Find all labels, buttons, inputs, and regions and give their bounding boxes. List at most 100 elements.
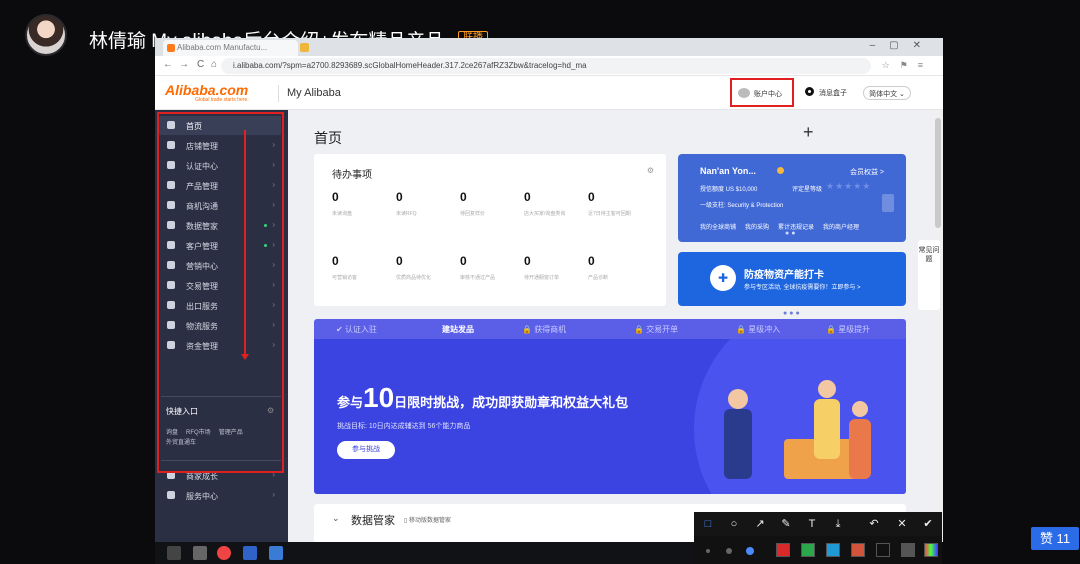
mobile-data-link[interactable]: ▯ 移动版数据管家: [404, 515, 451, 524]
todo-label: 优质商品待优化: [396, 275, 432, 281]
todo-item[interactable]: 0 审核不通过产品: [460, 254, 530, 281]
todo-item[interactable]: 0 可营销访客: [332, 254, 402, 281]
carousel-dots[interactable]: ●●: [785, 230, 797, 237]
color-picker-icon[interactable]: [924, 543, 938, 557]
member-rights-link[interactable]: 会员权益 >: [850, 167, 884, 177]
faq-side-tab[interactable]: 常见问题: [918, 240, 940, 310]
banner-title-post: 日限时挑战，成功即获勋章和权益大礼包: [394, 395, 629, 410]
message-box-label: 消息盒子: [819, 90, 847, 97]
todo-item[interactable]: 0 近7日待主客可回期: [588, 190, 658, 217]
reload-icon[interactable]: C: [197, 59, 204, 70]
word-icon[interactable]: [243, 546, 257, 560]
color-swatch-red[interactable]: [776, 543, 790, 557]
sidebar-item-service[interactable]: 服务中心 ›: [159, 486, 281, 505]
home-icon[interactable]: ⌂: [211, 59, 217, 70]
logo-text: Alibaba.com: [165, 82, 249, 98]
color-swatch-green[interactable]: [801, 543, 815, 557]
settings-gear-icon[interactable]: ⚙: [647, 166, 654, 175]
add-widget-button[interactable]: +: [803, 122, 814, 143]
join-challenge-button[interactable]: 参与挑战: [337, 441, 395, 459]
todo-item[interactable]: 0 未读询盘: [332, 190, 402, 217]
browser-window: Alibaba.com Manufactu... –▢✕ ← → C ⌂ i.a…: [155, 38, 943, 542]
address-bar: ← → C ⌂ i.alibaba.com/?spm=a2700.8293689…: [155, 56, 943, 76]
step-star-upgrade[interactable]: 🔒 星级提升: [826, 324, 870, 335]
color-swatch-gray[interactable]: [901, 543, 915, 557]
site-name[interactable]: My Alibaba: [287, 87, 341, 99]
member-link-purchases[interactable]: 我的采购: [745, 225, 769, 231]
step-build-store[interactable]: 建站发品: [442, 324, 474, 335]
header-divider: [278, 85, 279, 102]
chevron-down-icon[interactable]: ⌄: [332, 513, 340, 524]
streamer-avatar[interactable]: [25, 14, 67, 56]
todo-item[interactable]: 0 优质商品待优化: [396, 254, 466, 281]
service-icon: [167, 491, 175, 499]
step-label: 星级提升: [838, 325, 871, 334]
arrow-tool-icon[interactable]: ↗: [752, 516, 768, 532]
step-label: 建站发品: [442, 325, 474, 334]
pen-tool-icon[interactable]: ✎: [778, 516, 794, 532]
todo-item[interactable]: 0 产品诊断: [588, 254, 658, 281]
member-company-name[interactable]: Nan'an Yon...: [700, 166, 756, 176]
account-center-label: 账户中心: [754, 91, 782, 98]
growth-steps-bar: ✔ 认证入驻 建站发品 🔒 获得商机 🔒 交易开单 🔒 星级冲入 🔒 星级提升: [314, 319, 906, 339]
member-link-store[interactable]: 我的全球商铺: [700, 225, 736, 231]
browser-tab-2[interactable]: [298, 41, 312, 53]
scrollbar-thumb[interactable]: [935, 118, 941, 228]
confirm-check-icon[interactable]: ✔: [920, 516, 936, 532]
account-center-button[interactable]: 账户中心: [730, 78, 794, 107]
security-protection: 一级支柱: Security & Protection: [700, 203, 784, 209]
brush-size-large[interactable]: [746, 547, 754, 555]
windows-start-icon[interactable]: [167, 546, 181, 560]
step-certification[interactable]: ✔ 认证入驻: [336, 324, 377, 335]
color-swatch-black[interactable]: [876, 543, 890, 557]
logo-tagline: Global trade starts here.: [195, 97, 249, 103]
bookmark-star-icon[interactable]: ☆⚑≡: [882, 60, 933, 71]
step-label: 获得商机: [534, 325, 567, 334]
undo-icon[interactable]: ↶: [866, 516, 882, 532]
browser-tab[interactable]: Alibaba.com Manufactu...: [163, 40, 298, 56]
step-get-leads[interactable]: 🔒 获得商机: [522, 324, 566, 335]
step-star-entry[interactable]: 🔒 星级冲入: [736, 324, 780, 335]
site-header: Alibaba.com Global trade starts here. My…: [155, 76, 943, 110]
color-swatch-orange[interactable]: [851, 543, 865, 557]
close-icon[interactable]: ✕: [894, 516, 910, 532]
language-label: 简体中文: [869, 91, 898, 98]
todo-item[interactable]: 0 待开通橱窗订单: [524, 254, 594, 281]
todo-item[interactable]: 0 待回复样价: [460, 190, 530, 217]
gold-supplier-icon: [777, 167, 784, 174]
member-link-manager[interactable]: 我的商户经理: [823, 225, 859, 231]
carousel-dots[interactable]: ●●●: [783, 310, 802, 317]
todo-item[interactable]: 0 未读RFQ: [396, 190, 466, 217]
step-orders[interactable]: 🔒 交易开单: [634, 324, 678, 335]
sidebar: 首页 店铺管理 › 认证中心 › 产品管理 › 商机沟通 › 数据管家 › 客户…: [155, 110, 288, 542]
todo-item[interactable]: 0 店大买家/询盘类询: [524, 190, 594, 217]
forward-icon[interactable]: →: [179, 59, 189, 70]
todo-count: 0: [396, 190, 403, 204]
rectangle-tool-icon[interactable]: □: [700, 516, 716, 532]
epidemic-promo-banner[interactable]: ✚ 防疫物资产能打卡 参与专区活动, 全球抗疫需要你！立即参与 >: [678, 252, 906, 306]
lock-icon: 🔒: [736, 325, 749, 334]
text-tool-icon[interactable]: T: [804, 516, 820, 532]
url-input[interactable]: i.alibaba.com/?spm=a2700.8293689.scGloba…: [221, 58, 871, 74]
folder-favicon-icon: [300, 43, 309, 52]
brush-size-small[interactable]: [706, 549, 710, 553]
back-icon[interactable]: ←: [163, 59, 173, 70]
account-avatar-icon: [738, 88, 750, 98]
brush-size-medium[interactable]: [726, 548, 732, 554]
chrome-icon[interactable]: [217, 546, 231, 560]
message-box-button[interactable]: 消息盒子: [803, 87, 847, 98]
color-swatch-blue[interactable]: [826, 543, 840, 557]
page-title: 首页: [314, 130, 342, 146]
todo-label: 未读RFQ: [396, 211, 417, 217]
todo-count: 0: [588, 190, 595, 204]
alibaba-logo[interactable]: Alibaba.com Global trade starts here.: [165, 82, 273, 104]
data-manager-title: 数据管家: [351, 515, 395, 527]
download-icon[interactable]: ⤓: [830, 516, 846, 532]
language-select[interactable]: 简体中文 ⌄: [863, 86, 911, 100]
taskview-icon[interactable]: [193, 546, 207, 560]
window-controls[interactable]: –▢✕: [870, 40, 935, 51]
like-counter-badge[interactable]: 赞 11: [1031, 527, 1079, 550]
app-icon[interactable]: [269, 546, 283, 560]
carousel-next-button[interactable]: [882, 194, 894, 212]
circle-tool-icon[interactable]: ○: [726, 516, 742, 532]
